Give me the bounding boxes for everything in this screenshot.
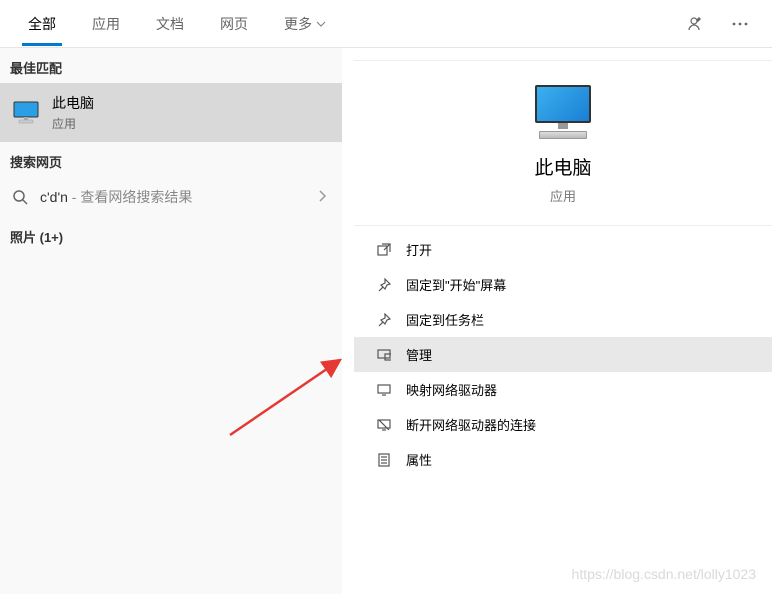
action-label: 断开网络驱动器的连接 bbox=[406, 415, 536, 434]
best-match-header: 最佳匹配 bbox=[0, 48, 342, 83]
action-label: 映射网络驱动器 bbox=[406, 380, 497, 399]
divider bbox=[354, 225, 772, 226]
computer-icon bbox=[12, 101, 40, 125]
search-web-header: 搜索网页 bbox=[0, 142, 342, 177]
web-search-text: c'd'n - 查看网络搜索结果 bbox=[40, 187, 306, 207]
open-icon bbox=[376, 242, 392, 258]
search-icon bbox=[12, 189, 28, 205]
action-pin-start[interactable]: 固定到"开始"屏幕 bbox=[354, 267, 772, 302]
manage-icon bbox=[376, 347, 392, 363]
action-label: 属性 bbox=[406, 450, 432, 469]
tab-more-label: 更多 bbox=[284, 14, 312, 34]
tab-more[interactable]: 更多 bbox=[268, 2, 342, 45]
tab-web[interactable]: 网页 bbox=[204, 2, 264, 45]
web-search-result[interactable]: c'd'n - 查看网络搜索结果 bbox=[0, 177, 342, 217]
action-open[interactable]: 打开 bbox=[354, 232, 772, 267]
photos-header: 照片 (1+) bbox=[0, 217, 342, 252]
details-hero: 此电脑 应用 bbox=[354, 61, 772, 225]
computer-large-icon bbox=[535, 85, 591, 139]
drive-icon bbox=[376, 382, 392, 398]
action-disconnect-drive[interactable]: 断开网络驱动器的连接 bbox=[354, 407, 772, 442]
chevron-right-icon bbox=[318, 189, 326, 205]
watermark: https://blog.csdn.net/lolly1023 bbox=[572, 566, 756, 582]
action-properties[interactable]: 属性 bbox=[354, 442, 772, 477]
action-label: 打开 bbox=[406, 240, 432, 259]
chevron-down-icon bbox=[316, 19, 326, 29]
action-label: 固定到任务栏 bbox=[406, 310, 484, 329]
pin-icon bbox=[376, 312, 392, 328]
details-subtitle: 应用 bbox=[550, 186, 576, 205]
search-tabs-header: 全部 应用 文档 网页 更多 bbox=[0, 0, 772, 48]
pin-icon bbox=[376, 277, 392, 293]
best-match-this-pc[interactable]: 此电脑 应用 bbox=[0, 83, 342, 142]
tab-docs[interactable]: 文档 bbox=[140, 2, 200, 45]
action-label: 管理 bbox=[406, 345, 432, 364]
action-pin-taskbar[interactable]: 固定到任务栏 bbox=[354, 302, 772, 337]
properties-icon bbox=[376, 452, 392, 468]
action-manage[interactable]: 管理 bbox=[354, 337, 772, 372]
action-label: 固定到"开始"屏幕 bbox=[406, 275, 506, 294]
tab-all[interactable]: 全部 bbox=[12, 2, 72, 45]
result-title: 此电脑 bbox=[52, 93, 330, 113]
tab-apps[interactable]: 应用 bbox=[76, 2, 136, 45]
action-map-drive[interactable]: 映射网络驱动器 bbox=[354, 372, 772, 407]
feedback-icon[interactable] bbox=[676, 15, 716, 33]
disconnect-icon bbox=[376, 417, 392, 433]
details-panel: 此电脑 应用 打开 固定到"开始"屏幕 固定到任务栏 管理 映射网络驱动器 断开… bbox=[354, 60, 772, 594]
results-panel: 最佳匹配 此电脑 应用 搜索网页 c'd'n - 查看网络搜索结果 照片 (1+… bbox=[0, 48, 342, 594]
result-subtitle: 应用 bbox=[52, 115, 330, 132]
more-options-icon[interactable] bbox=[720, 22, 760, 26]
details-title: 此电脑 bbox=[534, 153, 591, 180]
